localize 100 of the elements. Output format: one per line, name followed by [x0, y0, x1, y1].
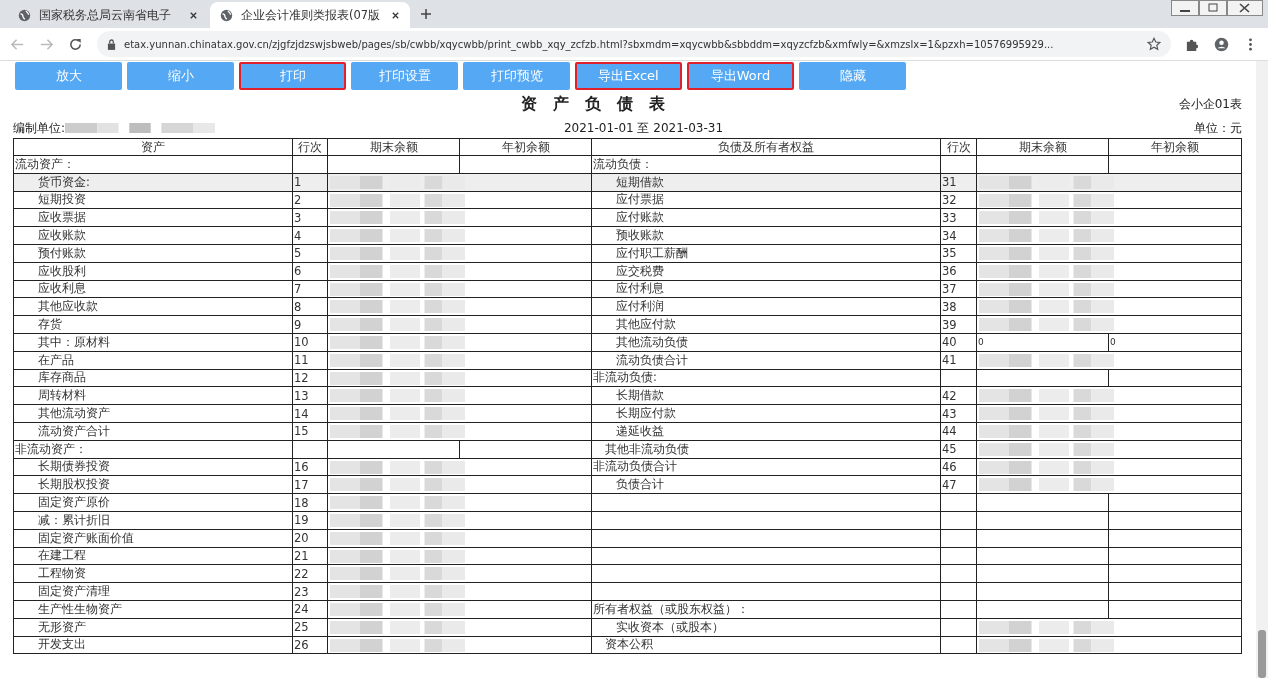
- table-cell-text: 开发支出: [37, 637, 86, 652]
- table-cell: 19: [294, 513, 309, 528]
- profile-icon[interactable]: [1214, 36, 1229, 52]
- table-cell-text: 应收账款: [37, 228, 86, 243]
- bookmark-star-icon[interactable]: [1147, 37, 1161, 51]
- table-row[interactable]: 工程物资 22: [13, 564, 1242, 583]
- report-title: 资 产 负 债 表: [520, 93, 665, 115]
- table-cell: 6: [294, 264, 302, 279]
- table-row[interactable]: 其他流动资产 14 长期应付款 43: [13, 404, 1242, 423]
- browser-tab[interactable]: 企业会计准则类报表(07版: [210, 2, 410, 28]
- table-cell: 40: [942, 335, 957, 350]
- table-row[interactable]: 固定资产清理 23: [13, 582, 1242, 601]
- table-cell: 16: [294, 459, 309, 474]
- table-row[interactable]: 长期债券投资 16 非流动负债合计 46: [13, 458, 1242, 476]
- table-row[interactable]: 减：累计折旧 19: [13, 511, 1242, 530]
- table-row[interactable]: 在建工程 21: [13, 547, 1242, 565]
- table-cell-text: 其他流动资产: [37, 406, 110, 421]
- table-cell-text: 应收股利: [37, 263, 86, 278]
- table-cell-text: 应付账款: [615, 210, 664, 225]
- table-cell-text: 长期借款: [615, 388, 664, 403]
- table-row[interactable]: 生产性生物资产 24 所有者权益（或股东权益）：: [13, 600, 1242, 619]
- column-header: 资产: [13, 138, 293, 156]
- table-cell: 17: [294, 477, 309, 492]
- column-header: 行次: [292, 138, 328, 156]
- close-icon[interactable]: [391, 10, 400, 20]
- unit-label: 编制单位:: [13, 119, 66, 137]
- table-row[interactable]: 其他应收款 8 应付利润 38: [13, 297, 1242, 316]
- table-row[interactable]: 预付账款 5 应付职工薪酬 35: [13, 244, 1242, 263]
- table-cell: 5: [294, 246, 302, 261]
- table-row[interactable]: 长期股权投资 17 负债合计 47: [13, 475, 1242, 494]
- scrollbar[interactable]: [1256, 61, 1268, 678]
- table-cell-text: 在建工程: [37, 548, 86, 563]
- table-cell: 11: [294, 353, 309, 368]
- table-cell: 所有者权益（或股东权益）：: [593, 601, 749, 616]
- address-bar[interactable]: etax.yunnan.chinatax.gov.cn/zjgfzjdzswjsbweb/pages/sb/cwbb/xqycwbb/print_cwbb_xqy_zcfzb.html?sbxmdm=xqycwbb&sbbddm=xqyzcfzb&xmfwly=&xmzslx=1&pzxh=10576995929...: [97, 31, 1171, 57]
- currency-unit: 单位：元: [1194, 119, 1242, 137]
- table-row[interactable]: 开发支出 26 资本公积: [13, 636, 1242, 654]
- table-cell-text: 在产品: [37, 352, 74, 367]
- table-cell: 12: [294, 370, 309, 385]
- table-cell: 22: [294, 566, 309, 581]
- table-cell-text: 实收资本（或股本）: [615, 619, 724, 634]
- table-row[interactable]: 应收利息 7 应付利息 37: [13, 280, 1242, 298]
- table-cell-text: 长期债券投资: [37, 459, 110, 474]
- table-cell-text: 流动资产合计: [37, 423, 110, 438]
- table-cell: 23: [294, 584, 309, 599]
- minimize-icon[interactable]: [1171, 0, 1199, 16]
- column-header: 负债及所有者权益: [591, 138, 941, 156]
- table-cell: 13: [294, 388, 309, 403]
- browser-tab[interactable]: 国家税务总局云南省电子: [8, 2, 208, 28]
- table-row[interactable]: 非流动资产： 其他非流动负债 45: [13, 440, 1242, 459]
- table-row[interactable]: 流动资产： 流动负债：: [13, 155, 1242, 174]
- table-cell: 10: [294, 335, 309, 350]
- close-icon[interactable]: [189, 10, 198, 20]
- table-cell: 36: [942, 264, 957, 279]
- table-cell-text: 应收利息: [37, 281, 86, 296]
- table-cell: 流动资产：: [15, 156, 75, 171]
- table-cell-text: 流动负债合计: [615, 352, 688, 367]
- lock-icon: [107, 38, 116, 50]
- table-row[interactable]: 应收股利 6 应交税费 36: [13, 262, 1242, 281]
- table-row[interactable]: 短期投资 2 应付票据 32: [13, 191, 1242, 209]
- table-cell: 1: [294, 175, 302, 190]
- table-cell: 9: [294, 317, 302, 332]
- table-row[interactable]: 固定资产原价 18: [13, 493, 1242, 512]
- table-row[interactable]: 货币资金: 1 短期借款 31: [13, 173, 1242, 192]
- table-row[interactable]: 存货 9 其他应付款 39: [13, 315, 1242, 334]
- new-tab-icon[interactable]: [420, 8, 432, 20]
- table-cell-text: 减：累计折旧: [37, 512, 110, 527]
- table-row[interactable]: 应收账款 4 预收账款 34: [13, 226, 1242, 245]
- table-cell-text: 应交税费: [615, 263, 664, 278]
- table-cell-text: 负债合计: [615, 477, 664, 492]
- table-cell: 2: [294, 193, 302, 207]
- table-cell-text: 资本公积: [604, 637, 653, 652]
- table-cell: 44: [942, 424, 957, 439]
- table-cell: 0: [1110, 337, 1116, 348]
- table-cell-text: 预付账款: [37, 245, 86, 260]
- table-cell-text: 存货: [37, 317, 62, 332]
- close-window-icon[interactable]: [1227, 0, 1263, 16]
- table-row[interactable]: 库存商品 12 非流动负债:: [13, 369, 1242, 387]
- table-cell: 18: [294, 495, 309, 510]
- table-row[interactable]: 无形资产 25 实收资本（或股本）: [13, 618, 1242, 636]
- table-cell: 42: [942, 388, 957, 403]
- table-cell: 非流动资产：: [15, 441, 87, 456]
- table-cell: 15: [294, 424, 309, 439]
- table-cell-text: 预收账款: [615, 228, 664, 243]
- table-cell-text: 工程物资: [37, 566, 86, 581]
- table-row[interactable]: 周转材料 13 长期借款 42: [13, 386, 1242, 405]
- table-cell: 20: [294, 531, 309, 546]
- reload-icon[interactable]: [68, 36, 83, 52]
- table-row[interactable]: 流动资产合计 15 递延收益 44: [13, 422, 1242, 441]
- table-row[interactable]: 在产品 11 流动负债合计 41: [13, 351, 1242, 370]
- table-cell: 26: [294, 637, 309, 652]
- url-text: etax.yunnan.chinatax.gov.cn/zjgfzjdzswjsbweb/pages/sb/cwbb/xqycwbb/print_cwbb_xqy_zcfzb.html?sbxmdm=xqycwbb&sbbddm=xqyzcfzb&xmfwly=&xmzslx=1&pzxh=10576995929...: [124, 38, 1055, 50]
- table-cell-text: 货币资金:: [37, 174, 90, 189]
- table-cell: 46: [942, 459, 957, 474]
- table-cell-text: 应付票据: [615, 192, 664, 207]
- table-cell-text: 递延收益: [615, 423, 664, 438]
- table-row[interactable]: 固定资产账面价值 20: [13, 529, 1242, 548]
- table-row[interactable]: 应收票据 3 应付账款 33: [13, 208, 1242, 227]
- table-row[interactable]: 其中：原材料 10 其他流动负债 40 0 0: [13, 333, 1242, 352]
- table-cell: 0: [978, 337, 984, 348]
